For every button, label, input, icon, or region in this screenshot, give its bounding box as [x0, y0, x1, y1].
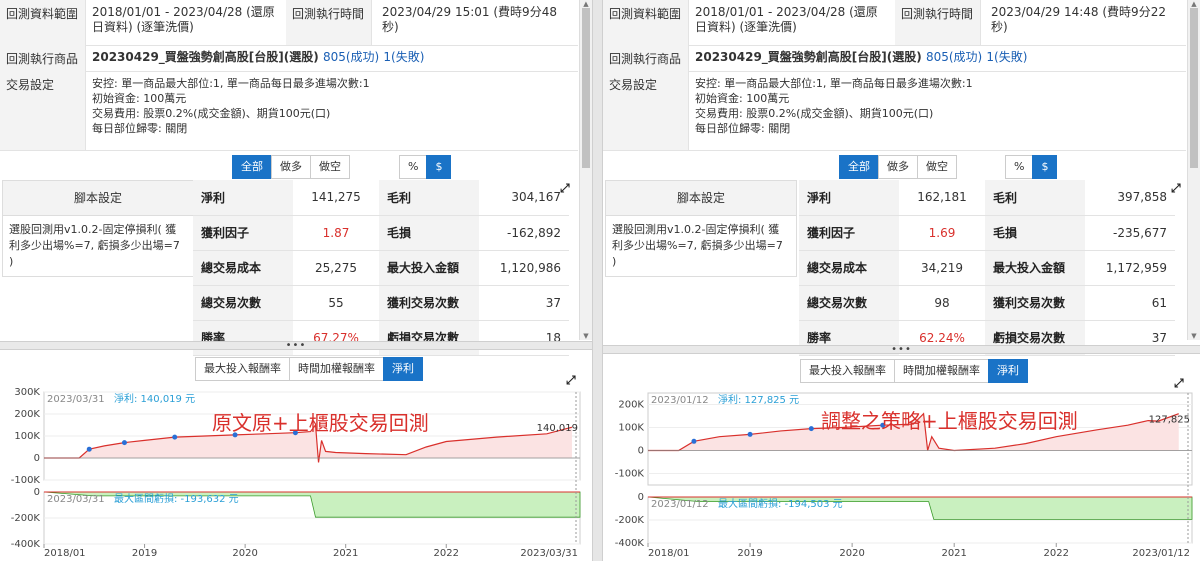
y-tick-label: 0 — [34, 487, 40, 498]
net-profit-chart: 200K 100K 0 -100K 0 -200K -400K2018/01 2019 2020… — [615, 392, 1193, 559]
y-tick-label: 0 — [638, 446, 644, 457]
y-tick-label: 100K — [14, 431, 40, 442]
x-tick-label: 2018/01 — [648, 548, 690, 559]
cursor-net-label: 淨利: 140,019 元 — [114, 393, 195, 405]
end-date-label: 2023/03/31 — [520, 548, 578, 559]
y-tick-label: 0 — [638, 492, 644, 503]
x-tick-label: 2019 — [132, 548, 157, 559]
net-profit-chart: 300K200K100K0-100K0-200K-400K2018/01 2019… — [11, 387, 581, 559]
vertical-splitter[interactable] — [592, 0, 603, 561]
cursor-date-label: 2023/01/12 — [651, 395, 709, 406]
trade-marker — [121, 440, 127, 446]
cursor-date-label: 2023/03/31 — [47, 394, 105, 405]
x-tick-label: 2019 — [737, 548, 762, 559]
backtest-panel-right: 回測資料範圍 2018/01/01 - 2023/04/28 (還原日資料) (… — [603, 0, 1200, 561]
end-value-label: 140,019 — [537, 423, 578, 434]
x-tick-label: 2021 — [941, 548, 966, 559]
y-tick-label: -100K — [11, 475, 41, 486]
y-tick-label: 200K — [14, 409, 40, 420]
y-tick-label: -200K — [11, 513, 41, 524]
trade-marker — [172, 434, 178, 440]
y-tick-label: 0 — [34, 453, 40, 464]
x-tick-label: 2020 — [839, 548, 864, 559]
trade-marker — [747, 431, 753, 437]
cursor-net-label: 淨利: 127,825 元 — [718, 394, 799, 406]
cursor-date-label: 2023/01/12 — [651, 499, 709, 510]
cursor-dd-label: 最大區間虧損: -193,632 元 — [114, 492, 239, 505]
x-tick-label: 2022 — [434, 548, 459, 559]
x-tick-label: 2022 — [1044, 548, 1069, 559]
y-tick-label: 100K — [618, 423, 644, 434]
backtest-panel-left: 回測資料範圍 2018/01/01 - 2023/04/28 (還原日資料) (… — [0, 0, 592, 561]
y-tick-label: -100K — [615, 469, 645, 480]
x-tick-label: 2021 — [333, 548, 358, 559]
end-value-label: 127,825 — [1149, 414, 1190, 425]
end-date-label: 2023/01/12 — [1132, 548, 1190, 559]
y-tick-label: 200K — [618, 400, 644, 411]
y-tick-label: -400K — [11, 539, 41, 550]
chart-overlay-title: 調整之策略+上櫃股交易回測 — [821, 409, 1078, 433]
x-tick-label: 2020 — [232, 548, 257, 559]
chart-overlay-title: 原文原+上櫃股交易回測 — [212, 411, 429, 435]
y-tick-label: -200K — [615, 515, 645, 526]
trade-marker — [808, 426, 814, 432]
y-tick-label: 300K — [14, 387, 40, 398]
trade-marker — [691, 438, 697, 444]
y-tick-label: -400K — [615, 538, 645, 549]
x-tick-label: 2018/01 — [44, 548, 86, 559]
cursor-dd-label: 最大區間虧損: -194,503 元 — [718, 497, 843, 510]
cursor-date-label: 2023/03/31 — [47, 494, 105, 505]
trade-marker — [86, 446, 92, 452]
